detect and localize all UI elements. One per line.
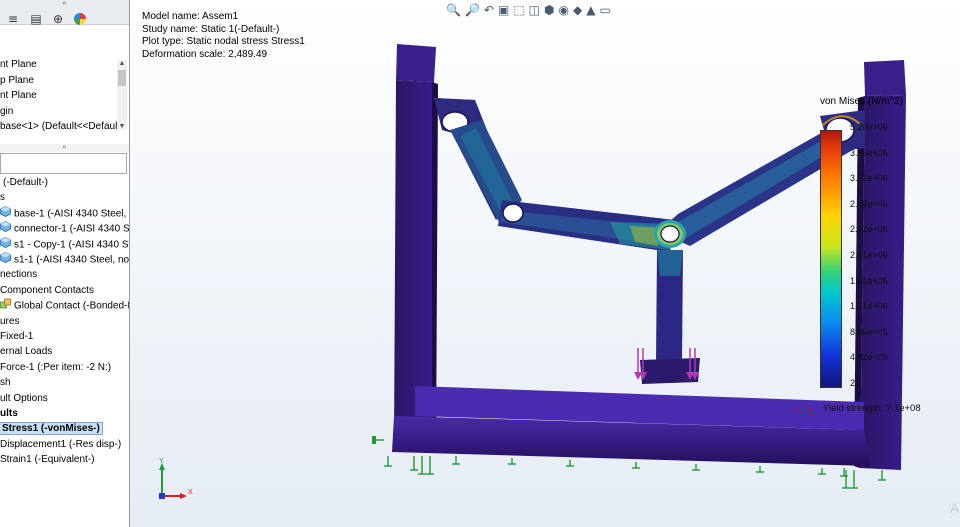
study-tree-item-label: sh [0,377,11,389]
study-tree-item-label: s [0,192,5,204]
part-icon [0,252,11,268]
study-tree-item-label: Stress1 (-vonMises-) [0,422,103,436]
scroll-up-arrow[interactable]: ▲ [117,60,127,67]
legend-tick-label: 3.22e+06 [850,173,888,184]
study-tree-item[interactable]: ures [0,314,19,329]
part-icon [0,236,11,253]
yield-strength-text: Yield strength: 7.1e+08 [823,403,921,414]
study-tree-item-label: s1-1 (-AISI 4340 Steel, norr [14,254,130,266]
feature-tree-tab[interactable]: ≡ [3,10,23,28]
middle-link [498,200,675,252]
svg-text:Y: Y [159,458,164,465]
study-tree-item[interactable]: connector-1 (-AISI 4340 St [0,221,130,237]
study-tree-item[interactable]: s1-1 (-AISI 4340 Steel, norr [0,252,130,268]
activation-watermark: A [950,500,960,516]
study-tree-item[interactable]: Component Contacts [0,283,94,298]
legend-tick-label: 2.82e+06 [850,198,888,209]
feature-tree-item[interactable]: nt Plane [0,88,37,103]
study-tree-item-label: Strain1 (-Equivalent-) [0,454,95,466]
legend-title: von Mises (N/m^2) [820,96,904,107]
study-tree-item[interactable]: (-Default-) [3,175,48,190]
legend-tick-label: 8.05e+05 [850,326,888,337]
feature-tree-item[interactable]: gin [0,104,13,119]
legend-tick-label: 23 [850,378,861,388]
feature-tree-scrollbar[interactable]: ▲ ▼ [117,60,127,130]
study-tree-item-label: s1 - Copy-1 (-AISI 4340 Ste [14,239,130,251]
legend-tick-label: 2.42e+06 [850,224,888,235]
tree-filter-input[interactable] [0,153,127,174]
axis-triad-icon: Y X [159,458,193,499]
panel-top-grip[interactable]: « [0,0,129,8]
legend-tick-label: 1.61e+06 [850,275,888,286]
study-tree-item-label: nections [0,269,38,281]
feature-tree-item-label: p Plane [0,74,34,86]
study-tree-item[interactable]: Strain1 (-Equivalent-) [0,452,94,467]
study-tree-item-label: ures [0,315,20,327]
legend-tick-label: 2.01e+06 [850,250,888,260]
study-tree-item[interactable]: s1 - Copy-1 (-AISI 4340 Ste [0,236,130,253]
property-manager-tab[interactable]: ▤ [26,10,46,28]
scroll-down-arrow[interactable]: ▼ [117,123,127,130]
feature-tree-item[interactable]: nt Plane [0,57,37,72]
part-icon [0,205,11,222]
feature-tree-item-label: base<1> (Default<<Default [0,121,121,132]
feature-manager-panel: « ≡ ▤ ⊕ nt Plane p Plane nt Plane gin base<1… [0,0,130,527]
legend-tick-label: 4.02e+05 [850,352,888,363]
study-tree-item-selected[interactable]: Stress1 (-vonMises-) [0,421,103,436]
legend-color-bar [820,130,842,388]
part-icon [0,221,11,237]
study-tree-item-label: ult Options [0,392,48,404]
study-tree-item-label: ernal Loads [0,346,53,358]
legend-tick-label: 5.20e+06 [850,122,888,132]
configuration-manager-tab[interactable]: ⊕ [48,10,68,28]
study-tree-item[interactable]: Displacement1 (-Res disp-) [0,437,121,452]
study-tree-item[interactable]: base-1 (-AISI 4340 Steel, n [0,205,130,222]
feature-tree-item-label: nt Plane [0,59,37,70]
study-tree-item-label: Component Contacts [0,284,94,296]
feature-tree-item[interactable]: base<1> (Default<<Default [0,119,120,134]
study-tree-item-label: base-1 (-AISI 4340 Steel, n [14,208,130,220]
base-frame-bottom-plate [392,386,870,466]
panel-splitter-grip[interactable]: « [0,144,129,152]
study-tree-item[interactable]: sh [0,375,11,390]
contact-icon [0,298,11,314]
study-tree-item-label: connector-1 (-AISI 4340 St [14,223,130,235]
study-tree-item-label: Displacement1 (-Res disp-) [0,438,122,450]
yield-arrow-icon: ⟶ [798,404,814,416]
study-tree-item[interactable]: Fixed-1 [0,329,33,344]
study-tree-item[interactable]: Force-1 (:Per item: -2 N:) [0,360,111,375]
legend-tick-label: 3.65e+06 [850,147,888,158]
study-tree-item[interactable]: s [0,190,5,205]
study-tree-item-label: Global Contact (-Bonded-I [14,300,130,312]
svg-text:X: X [188,489,193,496]
graphics-viewport[interactable]: Model name: Assem1 Study name: Static 1(… [130,0,960,527]
study-tree-item[interactable]: ult Options [0,391,48,406]
vertical-rod [640,250,700,384]
feature-tree-item[interactable]: p Plane [0,73,34,88]
study-tree-item[interactable]: nections [0,267,37,282]
study-tree-item-label: Force-1 (:Per item: -2 N:) [0,361,112,373]
legend-tick-label: 1.21e+06 [850,301,888,312]
display-manager-tab[interactable] [70,10,90,28]
appearance-icon [74,13,86,25]
feature-tree-item-label: nt Plane [0,90,37,101]
study-tree-item-label: ults [0,408,18,419]
study-tree-item-label: (-Default-) [3,177,49,188]
scroll-thumb[interactable] [118,70,126,86]
central-pin-joint [654,220,686,248]
panel-tabs: « ≡ ▤ ⊕ [0,0,129,28]
feature-tree-item-label: gin [0,105,14,117]
study-tree-item[interactable]: ernal Loads [0,344,52,359]
study-tree-item[interactable]: Global Contact (-Bonded-I [0,298,130,314]
study-tree-item-label: Fixed-1 [0,331,34,342]
study-tree-item[interactable]: ults [0,406,18,421]
